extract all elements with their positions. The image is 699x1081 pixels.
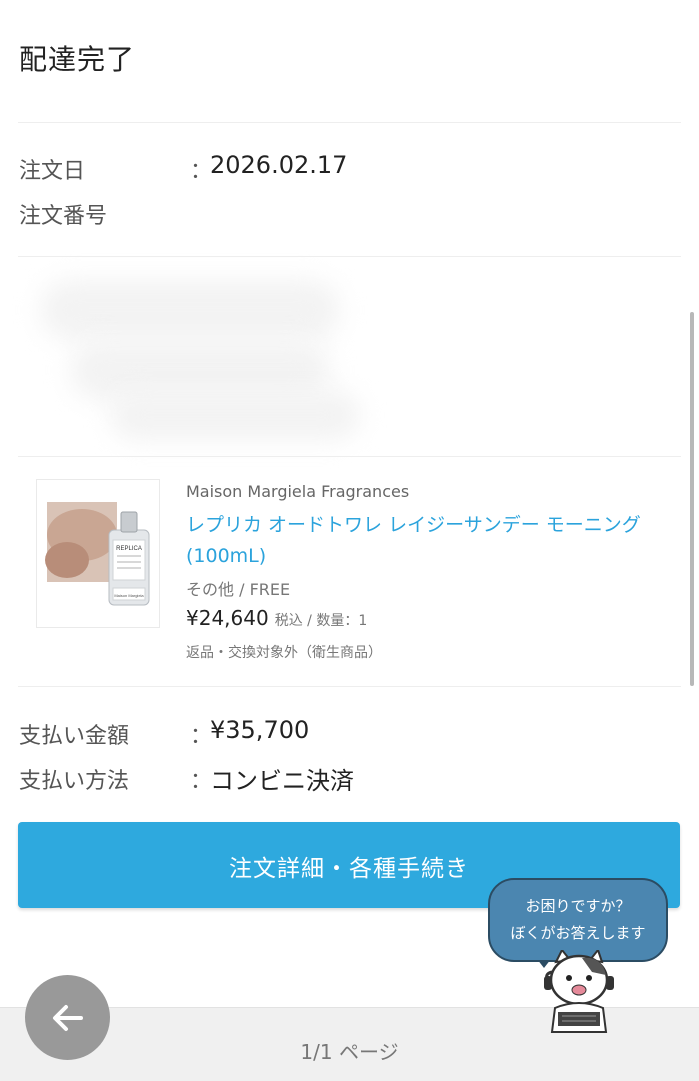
payment-amount-label: 支払い金額 — [19, 724, 130, 749]
status-title: 配達完了 — [19, 43, 136, 76]
price-line: ¥24,640 税込 / 数量：1 — [186, 606, 367, 630]
order-number-label: 注文番号 — [19, 204, 108, 229]
product-price: ¥24,640 — [186, 606, 269, 630]
payment-method-colon: ： — [190, 769, 213, 794]
svg-text:REPLICA: REPLICA — [116, 546, 142, 552]
product-name-link[interactable]: レプリカ オードトワレ レイジーサンデー モーニング (100mL) — [186, 510, 666, 572]
divider — [18, 122, 681, 123]
product-brand: Maison Margiela Fragrances — [186, 482, 410, 501]
payment-method-value: コンビニ決済 — [210, 767, 354, 795]
payment-amount-colon: ： — [190, 724, 213, 749]
divider — [18, 456, 681, 457]
payment-method-label: 支払い方法 — [19, 769, 130, 794]
svg-text:Maison Margiela: Maison Margiela — [114, 593, 144, 598]
mascot-cat-icon[interactable] — [532, 947, 622, 1035]
divider — [18, 256, 681, 257]
order-date-colon: ： — [190, 159, 213, 184]
back-button[interactable] — [25, 975, 110, 1060]
arrow-left-icon — [53, 1005, 83, 1031]
return-note: 返品・交換対象外（衛生商品） — [186, 645, 382, 661]
payment-amount-value: ¥35,700 — [210, 716, 310, 744]
chat-help-line1: お困りですか？ — [525, 897, 631, 915]
scrollbar[interactable] — [690, 312, 694, 686]
page-indicator: 1/1 ページ — [300, 1040, 399, 1064]
order-date-value: 2026.02.17 — [210, 151, 348, 179]
divider — [18, 686, 681, 687]
product-thumbnail[interactable]: REPLICA Maison Margiela — [36, 479, 160, 628]
product-card[interactable]: REPLICA Maison Margiela Maison Margiela … — [18, 465, 681, 680]
product-variant: その他 / FREE — [186, 580, 291, 599]
price-meta: 税込 / 数量：1 — [274, 613, 368, 629]
order-date-label: 注文日 — [19, 159, 86, 184]
perfume-image-icon: REPLICA Maison Margiela — [37, 480, 159, 627]
redacted-area — [30, 270, 380, 450]
chat-help-line2: ぼくがお答えします — [510, 924, 646, 942]
